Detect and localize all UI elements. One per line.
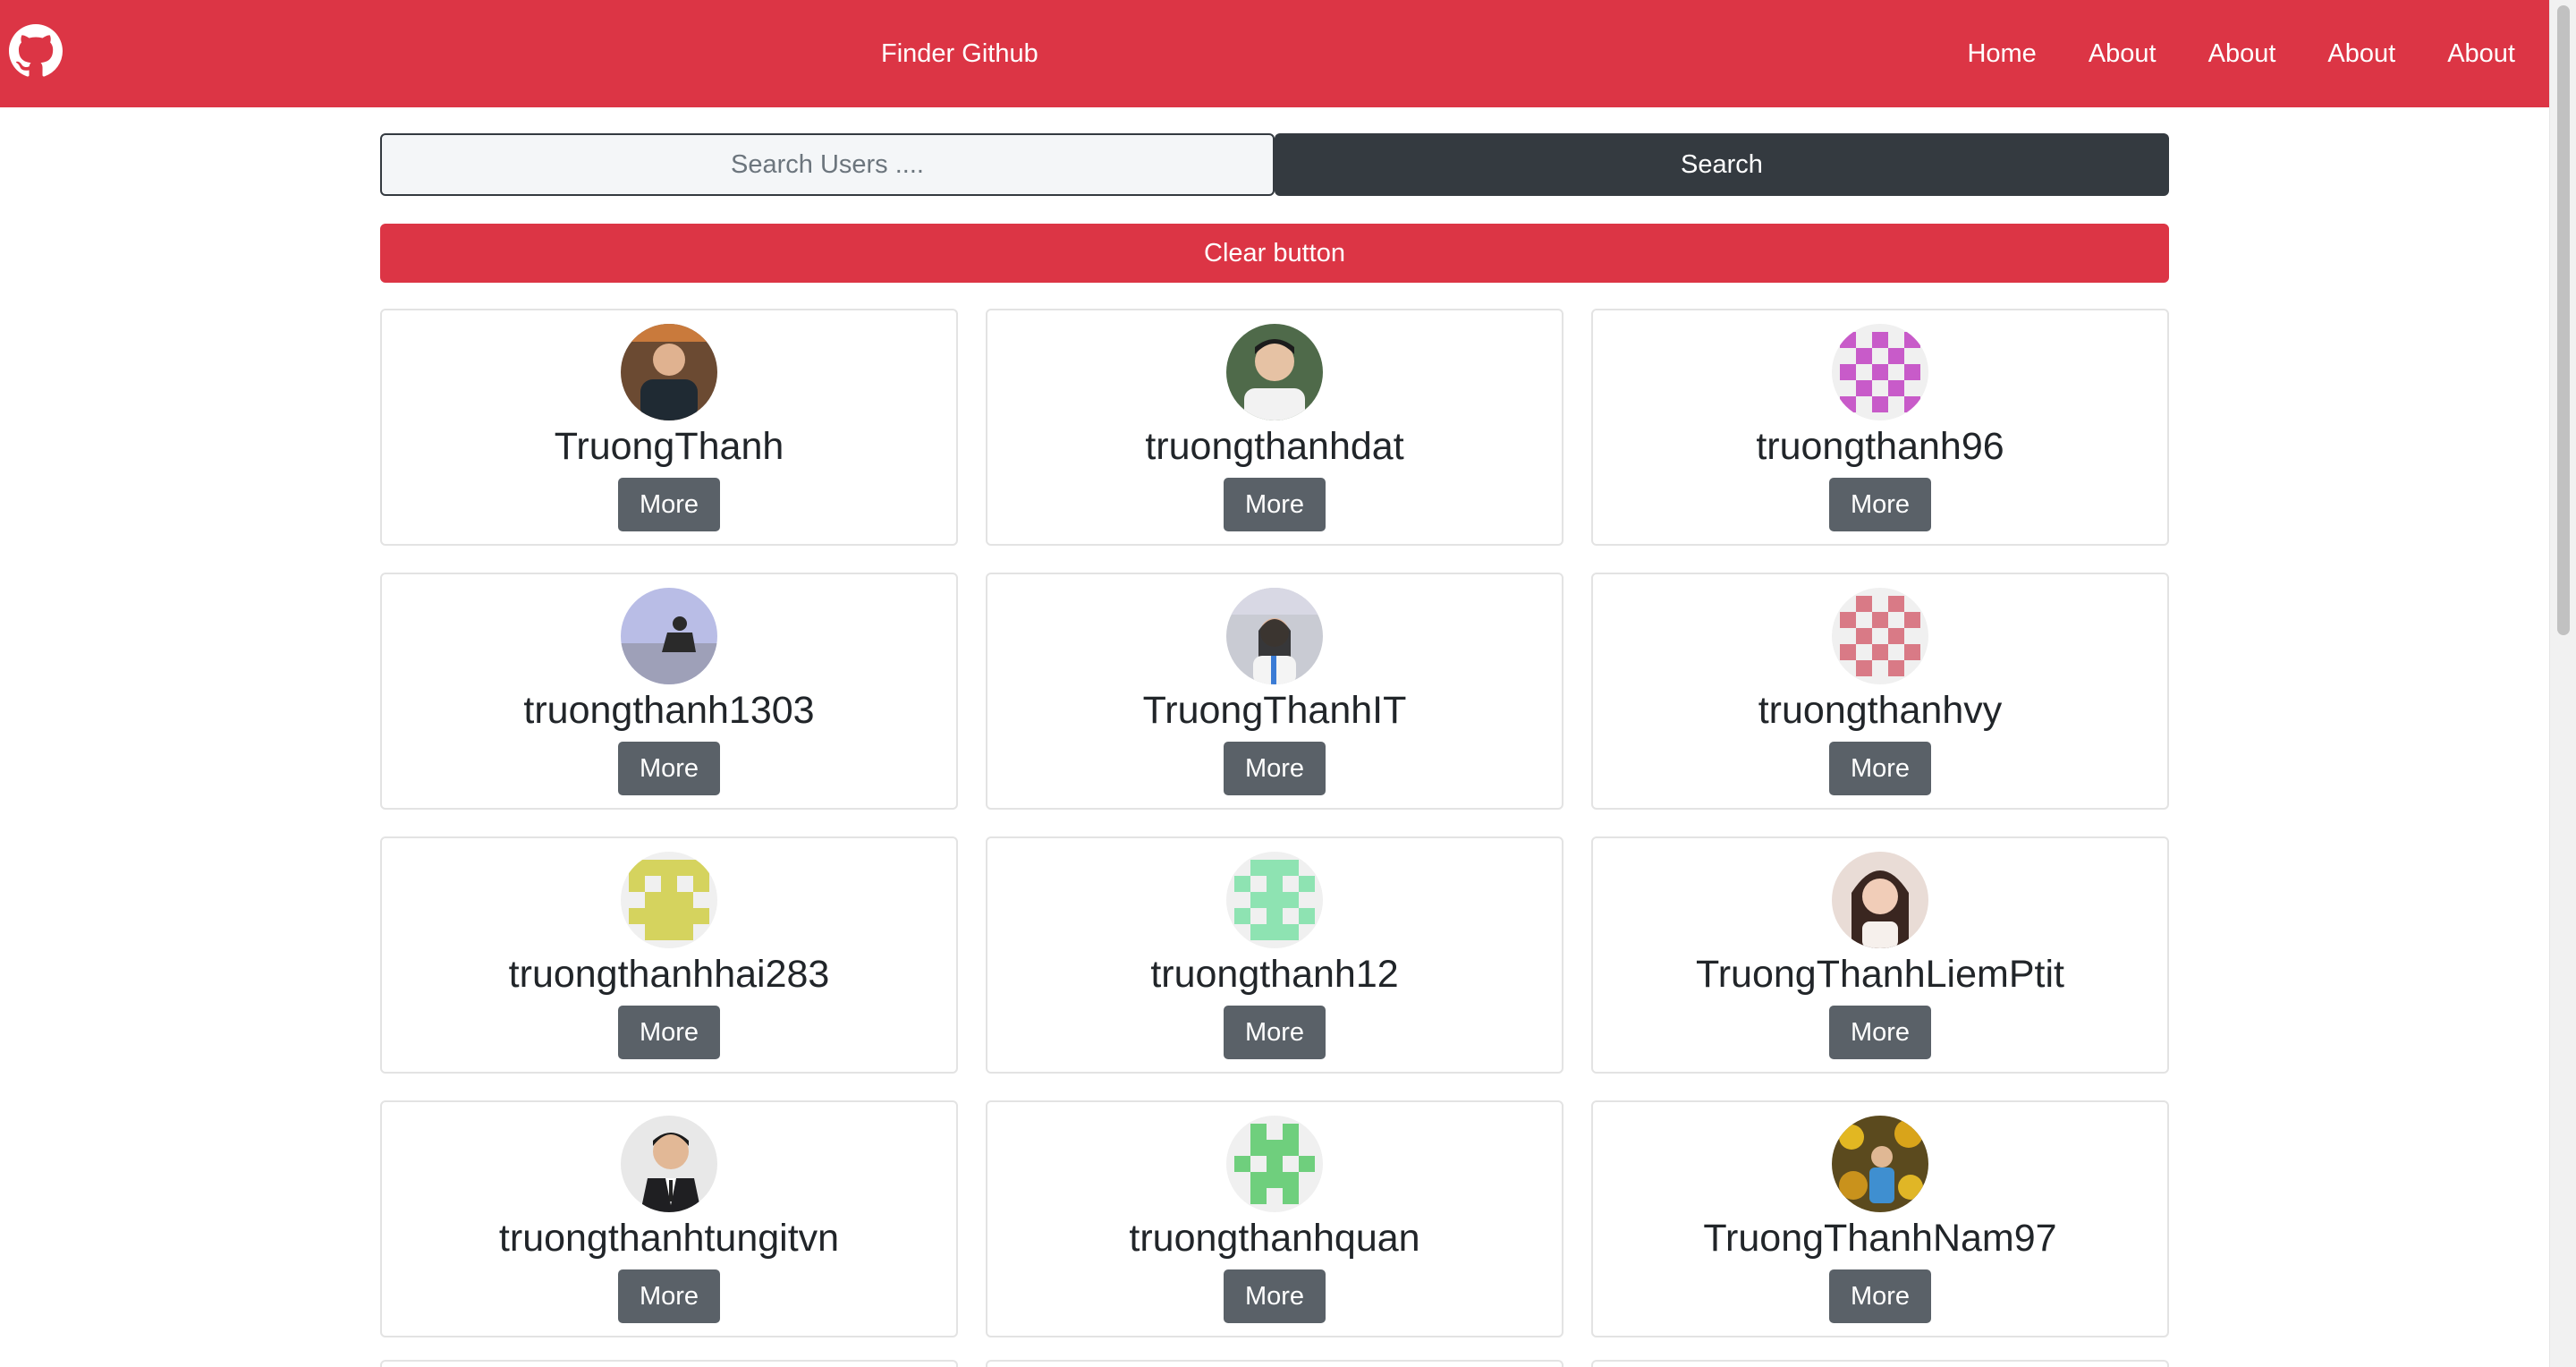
username: TruongThanhLiemPtit bbox=[1696, 953, 2064, 996]
user-card bbox=[380, 1360, 958, 1367]
user-card: TruongThanhLiemPtit More bbox=[1591, 836, 2169, 1074]
username: truongthanhvy bbox=[1758, 689, 2003, 732]
identicon bbox=[1226, 1116, 1323, 1212]
nav-link-about[interactable]: About bbox=[2327, 36, 2395, 72]
username: TruongThanh bbox=[554, 425, 784, 468]
user-card bbox=[986, 1360, 1563, 1367]
identicon bbox=[1226, 852, 1323, 948]
more-button[interactable]: More bbox=[618, 742, 720, 795]
avatar bbox=[1832, 324, 1928, 420]
nav-link-about[interactable]: About bbox=[2208, 36, 2276, 72]
scrollbar-thumb[interactable] bbox=[2557, 5, 2570, 635]
scrollbar[interactable] bbox=[2549, 0, 2576, 1367]
nav-link-about[interactable]: About bbox=[2089, 36, 2157, 72]
more-button[interactable]: More bbox=[1829, 478, 1931, 531]
user-card: truongthanh96 More bbox=[1591, 309, 2169, 546]
navbar: Finder Github Home About About About Abo… bbox=[0, 0, 2549, 107]
user-card bbox=[1591, 1360, 2169, 1367]
more-button[interactable]: More bbox=[1224, 478, 1326, 531]
user-grid: TruongThanh More truongthanhdat More tru… bbox=[380, 309, 2169, 1337]
more-button[interactable]: More bbox=[1829, 1006, 1931, 1059]
more-button[interactable]: More bbox=[1829, 1269, 1931, 1323]
avatar bbox=[621, 588, 717, 684]
nav-links: Home About About About About bbox=[1967, 36, 2515, 72]
identicon bbox=[1832, 324, 1928, 420]
username: truongthanh96 bbox=[1756, 425, 2004, 468]
user-card: TruongThanhIT More bbox=[986, 573, 1563, 810]
user-card: truongthanhdat More bbox=[986, 309, 1563, 546]
username: truongthanhhai283 bbox=[508, 953, 830, 996]
username: truongthanh1303 bbox=[523, 689, 815, 732]
username: truongthanhdat bbox=[1145, 425, 1404, 468]
search-button[interactable]: Search bbox=[1275, 133, 2169, 196]
github-icon[interactable] bbox=[9, 24, 63, 78]
user-card: TruongThanh More bbox=[380, 309, 958, 546]
username: TruongThanhNam97 bbox=[1703, 1217, 2057, 1260]
clear-button[interactable]: Clear button bbox=[380, 224, 2169, 283]
search-form: Search bbox=[380, 133, 2169, 198]
avatar bbox=[1226, 588, 1323, 684]
username: truongthanh12 bbox=[1150, 953, 1399, 996]
avatar bbox=[1226, 852, 1323, 948]
avatar bbox=[1832, 588, 1928, 684]
avatar bbox=[621, 1116, 717, 1212]
more-button[interactable]: More bbox=[1829, 742, 1931, 795]
avatar bbox=[1226, 324, 1323, 420]
nav-link-home[interactable]: Home bbox=[1967, 36, 2036, 72]
user-card: TruongThanhNam97 More bbox=[1591, 1100, 2169, 1337]
avatar bbox=[621, 852, 717, 948]
nav-link-about[interactable]: About bbox=[2447, 36, 2515, 72]
user-card: truongthanh12 More bbox=[986, 836, 1563, 1074]
username: truongthanhquan bbox=[1129, 1217, 1420, 1260]
user-card: truongthanhquan More bbox=[986, 1100, 1563, 1337]
more-button[interactable]: More bbox=[1224, 1006, 1326, 1059]
identicon bbox=[621, 852, 717, 948]
more-button[interactable]: More bbox=[1224, 1269, 1326, 1323]
username: TruongThanhIT bbox=[1142, 689, 1407, 732]
user-card: truongthanhhai283 More bbox=[380, 836, 958, 1074]
avatar bbox=[1832, 852, 1928, 948]
user-card: truongthanhvy More bbox=[1591, 573, 2169, 810]
avatar bbox=[1226, 1116, 1323, 1212]
next-row-cards bbox=[380, 1360, 2169, 1367]
username: truongthanhtungitvn bbox=[498, 1217, 840, 1260]
more-button[interactable]: More bbox=[618, 1269, 720, 1323]
avatar bbox=[621, 324, 717, 420]
more-button[interactable]: More bbox=[618, 1006, 720, 1059]
search-input[interactable] bbox=[380, 133, 1275, 196]
avatar bbox=[1832, 1116, 1928, 1212]
more-button[interactable]: More bbox=[618, 478, 720, 531]
user-card: truongthanhtungitvn More bbox=[380, 1100, 958, 1337]
user-card: truongthanh1303 More bbox=[380, 573, 958, 810]
more-button[interactable]: More bbox=[1224, 742, 1326, 795]
identicon bbox=[1832, 588, 1928, 684]
app-title: Finder Github bbox=[881, 39, 1038, 68]
